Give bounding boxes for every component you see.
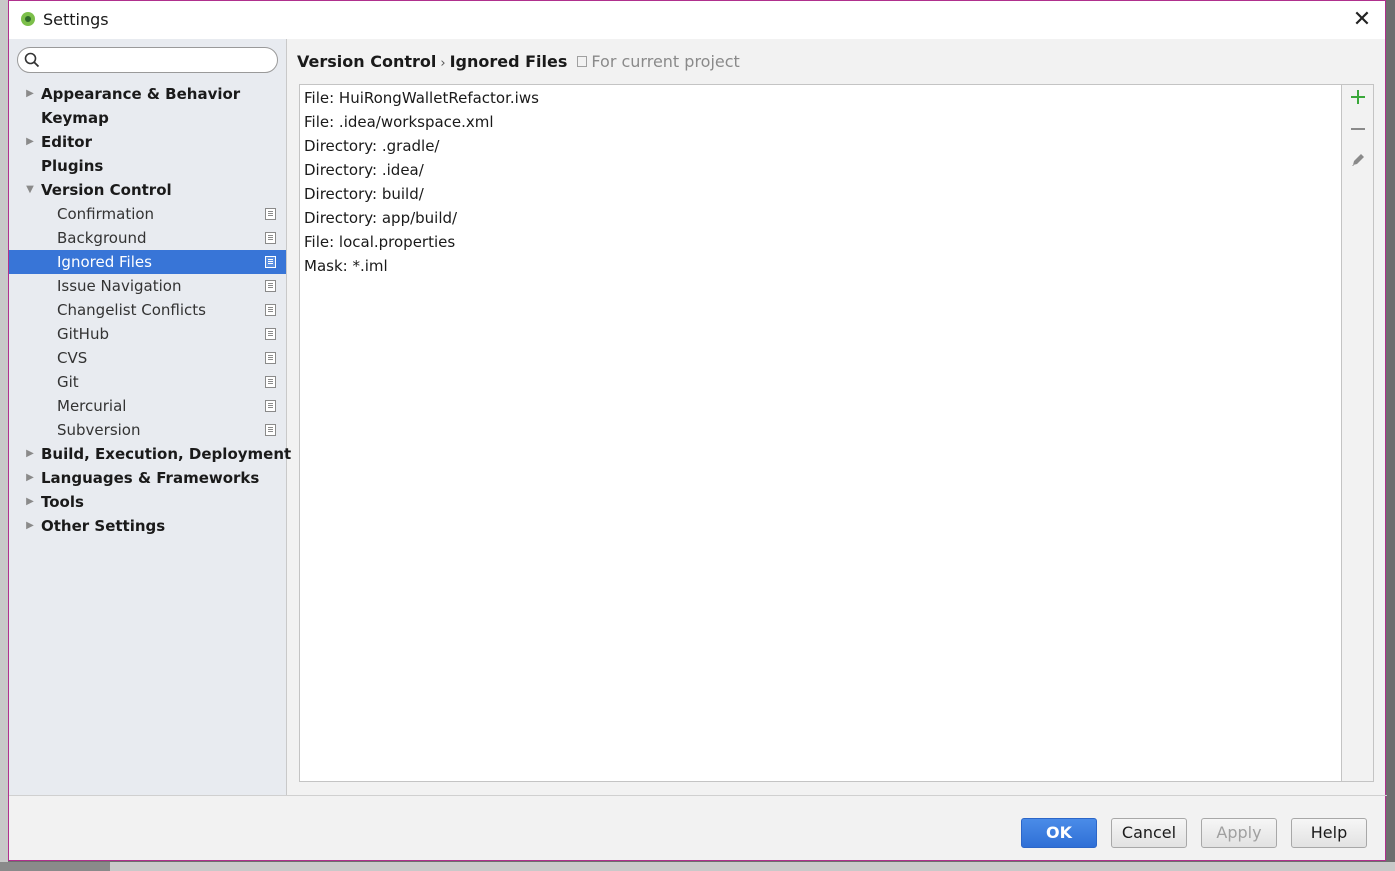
sidebar-item-label: Build, Execution, Deployment — [41, 445, 292, 463]
sidebar-item-cvs[interactable]: CVS — [9, 346, 286, 370]
list-item[interactable]: File: local.properties — [300, 230, 1341, 254]
sidebar-item-label: Changelist Conflicts — [57, 301, 206, 319]
project-settings-icon — [265, 400, 276, 412]
list-item[interactable]: Directory: build/ — [300, 182, 1341, 206]
sidebar-item-keymap[interactable]: Keymap — [9, 106, 286, 130]
sidebar-item-background[interactable]: Background — [9, 226, 286, 250]
collapsed-arrow-icon[interactable]: ▶ — [24, 514, 36, 538]
sidebar-item-ignored-files[interactable]: Ignored Files — [9, 250, 286, 274]
add-icon — [1351, 90, 1365, 104]
project-settings-icon — [265, 376, 276, 388]
sidebar-item-github[interactable]: GitHub — [9, 322, 286, 346]
search-input[interactable] — [44, 50, 273, 72]
sidebar-item-label: Git — [57, 373, 79, 391]
sidebar-item-plugins[interactable]: Plugins — [9, 154, 286, 178]
sidebar-item-label: Editor — [41, 133, 92, 151]
window-title: Settings — [43, 10, 109, 29]
title-bar: Settings ✕ — [9, 1, 1385, 39]
sidebar-item-label: Keymap — [41, 109, 109, 127]
remove-button[interactable] — [1347, 121, 1369, 143]
sidebar-item-mercurial[interactable]: Mercurial — [9, 394, 286, 418]
collapsed-arrow-icon[interactable]: ▶ — [24, 442, 36, 466]
sidebar-item-languages-frameworks[interactable]: ▶ Languages & Frameworks — [9, 466, 286, 490]
breadcrumb-separator: › — [440, 56, 446, 71]
ignored-files-list[interactable]: File: HuiRongWalletRefactor.iws File: .id… — [299, 84, 1342, 782]
list-item[interactable]: File: .idea/workspace.xml — [300, 110, 1341, 134]
sidebar-item-label: Subversion — [57, 421, 141, 439]
sidebar-item-confirmation[interactable]: Confirmation — [9, 202, 286, 226]
main-panel: Version Control › Ignored Files For current… — [287, 39, 1387, 795]
expanded-arrow-icon[interactable]: ▼ — [24, 178, 36, 202]
search-icon — [24, 52, 40, 68]
project-settings-icon — [265, 232, 276, 244]
project-settings-icon — [265, 352, 276, 364]
collapsed-arrow-icon[interactable]: ▶ — [24, 82, 36, 106]
edit-icon — [1352, 154, 1364, 166]
breadcrumb-parent: Version Control — [297, 52, 437, 71]
collapsed-arrow-icon[interactable]: ▶ — [24, 130, 36, 154]
list-item[interactable]: File: HuiRongWalletRefactor.iws — [300, 86, 1341, 110]
sidebar-item-label: Other Settings — [41, 517, 166, 535]
settings-sidebar: ▶ Appearance & Behavior Keymap ▶ Editor Plugi… — [9, 39, 291, 795]
sidebar-item-changelist-conflicts[interactable]: Changelist Conflicts — [9, 298, 286, 322]
collapsed-arrow-icon[interactable]: ▶ — [24, 490, 36, 514]
project-settings-icon — [265, 328, 276, 340]
sidebar-item-label: GitHub — [57, 325, 109, 343]
list-item[interactable]: Directory: .idea/ — [300, 158, 1341, 182]
sidebar-item-version-control[interactable]: ▼ Version Control — [9, 178, 286, 202]
collapsed-arrow-icon[interactable]: ▶ — [24, 466, 36, 490]
sidebar-item-other-settings[interactable]: ▶ Other Settings — [9, 514, 286, 538]
background-taskbar — [0, 862, 1395, 871]
search-field[interactable] — [17, 47, 278, 73]
breadcrumb-scope: For current project — [591, 52, 740, 71]
sidebar-item-label: Ignored Files — [57, 253, 152, 271]
cancel-button[interactable]: Cancel — [1111, 818, 1187, 848]
project-settings-icon — [265, 256, 276, 268]
sidebar-item-subversion[interactable]: Subversion — [9, 418, 286, 442]
sidebar-item-label: Languages & Frameworks — [41, 469, 260, 487]
sidebar-item-tools[interactable]: ▶ Tools — [9, 490, 286, 514]
project-settings-icon — [265, 280, 276, 292]
breadcrumb-current: Ignored Files — [449, 52, 568, 71]
android-studio-icon — [21, 12, 35, 26]
sidebar-item-appearance-behavior[interactable]: ▶ Appearance & Behavior — [9, 82, 286, 106]
project-scope-icon — [577, 56, 588, 67]
project-settings-icon — [265, 208, 276, 220]
sidebar-item-build-execution-deployment[interactable]: ▶ Build, Execution, Deployment — [9, 442, 291, 466]
list-item[interactable]: Directory: app/build/ — [300, 206, 1341, 230]
project-settings-icon — [265, 304, 276, 316]
sidebar-item-label: Version Control — [41, 181, 172, 199]
list-item[interactable]: Directory: .gradle/ — [300, 134, 1341, 158]
add-button[interactable] — [1347, 89, 1369, 111]
settings-tree: ▶ Appearance & Behavior Keymap ▶ Editor Plugi… — [9, 82, 291, 538]
edit-button[interactable] — [1347, 152, 1369, 174]
sidebar-item-issue-navigation[interactable]: Issue Navigation — [9, 274, 286, 298]
sidebar-item-label: Mercurial — [57, 397, 127, 415]
sidebar-item-label: Tools — [41, 493, 84, 511]
dialog-footer: OK Cancel Apply Help — [9, 796, 1387, 862]
remove-icon — [1351, 128, 1365, 130]
list-toolbar — [1342, 84, 1374, 782]
background-desktop-left — [0, 0, 8, 871]
sidebar-item-label: Confirmation — [57, 205, 155, 223]
help-button[interactable]: Help — [1291, 818, 1367, 848]
sidebar-item-label: Issue Navigation — [57, 277, 182, 295]
sidebar-item-label: Background — [57, 229, 147, 247]
ok-button[interactable]: OK — [1021, 818, 1097, 848]
list-item[interactable]: Mask: *.iml — [300, 254, 1341, 278]
breadcrumb: Version Control › Ignored Files For current… — [297, 52, 740, 71]
project-settings-icon — [265, 424, 276, 436]
sidebar-item-git[interactable]: Git — [9, 370, 286, 394]
settings-dialog: Settings ✕ ▶ Appearance & Behavior Keymap ▶… — [8, 0, 1387, 862]
sidebar-item-label: CVS — [57, 349, 88, 367]
sidebar-item-label: Plugins — [41, 157, 104, 175]
sidebar-item-editor[interactable]: ▶ Editor — [9, 130, 286, 154]
sidebar-item-label: Appearance & Behavior — [41, 85, 241, 103]
apply-button[interactable]: Apply — [1201, 818, 1277, 848]
close-button[interactable]: ✕ — [1349, 7, 1375, 33]
